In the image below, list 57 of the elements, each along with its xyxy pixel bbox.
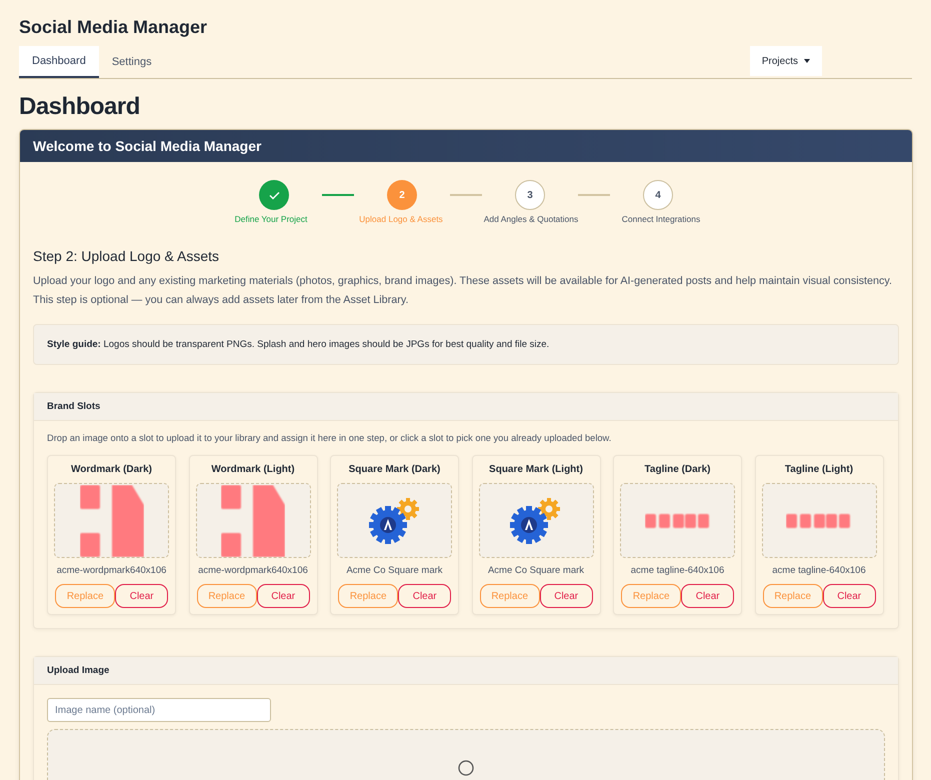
slot-title: Wordmark (Dark) (71, 464, 152, 475)
page-title: Dashboard (19, 93, 141, 121)
check-icon (268, 190, 280, 200)
upload-icon (458, 760, 474, 776)
clear-button[interactable]: Clear (822, 584, 876, 608)
step-label: Define Your Project (234, 214, 308, 224)
file-name: acme tagline-640x106 (630, 565, 724, 576)
tagline-image (644, 512, 710, 528)
image-preview[interactable] (337, 483, 452, 558)
clear-button[interactable]: Clear (681, 584, 734, 608)
step-heading: Step 2: Upload Logo & Assets (33, 248, 220, 264)
step-label: Connect Integrations (620, 214, 702, 224)
nav-tab[interactable]: Settings (98, 46, 165, 78)
image-name-field[interactable]: Image name (optional) (47, 698, 271, 722)
clear-button[interactable]: Clear (115, 584, 168, 608)
image-preview[interactable] (478, 483, 594, 558)
image-preview[interactable] (196, 483, 310, 558)
step-number: 2 (387, 180, 417, 210)
brand-slot-card[interactable]: Tagline (Dark) acme tagline-640x106 Replace Clear (613, 455, 742, 615)
file-name: acme-wordpmark640x106 (56, 565, 166, 576)
brand-slot-card[interactable]: Wordmark (Light) acme-wordpmark640x106 Replace Clear (188, 455, 318, 615)
projects-dropdown[interactable]: Projects (750, 46, 822, 76)
panel-header: Brand Slots (34, 393, 898, 421)
card-header: Welcome to Social Media Manager (20, 130, 912, 162)
tagline-image (786, 512, 852, 528)
step-label: Add Angles & Quotations (482, 214, 580, 224)
image-preview[interactable] (762, 483, 876, 558)
wordmark-image (80, 484, 144, 556)
image-preview[interactable] (54, 483, 169, 558)
file-name: Acme Co Square mark (346, 565, 443, 576)
app-title: Social Media Manager (19, 17, 208, 38)
step-number: 4 (643, 180, 673, 210)
clear-button[interactable]: Clear (398, 584, 451, 608)
slot-title: Tagline (Light) (784, 464, 854, 475)
brand-slot-card[interactable]: Square Mark (Light) Acme Co Square mark Replace Clear (472, 455, 600, 615)
slot-title: Square Mark (Light) (489, 464, 583, 475)
slot-title: Wordmark (Light) (211, 464, 295, 475)
nav-tab[interactable]: Dashboard (19, 46, 99, 78)
panel-hint: Drop an image onto a slot to upload it to your library and assign it here in one step, or click a slot to pick one you already uploaded below. (46, 432, 612, 443)
step-number: 3 (515, 180, 545, 210)
image-preview[interactable] (620, 483, 735, 558)
slot-title: Square Mark (Dark) (348, 464, 440, 475)
brand-slot-card[interactable]: Wordmark (Dark) acme-wordpmark640x106 Replace Clear (47, 455, 176, 615)
slot-title: Tagline (Dark) (644, 464, 710, 475)
step-description: Upload your logo and any existing marketing materials (photos, graphics, brand images). These assets will be available for AI-generated posts and help maintain visual consistency. This step is optional — you can always add assets later from the Asset Library. (33, 274, 894, 308)
brand-slot-card[interactable]: Square Mark (Dark) Acme Co Square mark Replace Clear (330, 455, 459, 615)
wordmark-image (221, 484, 285, 556)
style-guide-note: Style guide: Logos should be transparent PNGs. Splash and hero images should be JPGs for best quality and file size. (33, 324, 899, 365)
file-name: Acme Co Square mark (488, 565, 584, 576)
caret-icon (804, 59, 810, 63)
step-label: Upload Logo & Assets (358, 214, 444, 224)
brand-slot-card[interactable]: Tagline (Light) acme tagline-640x106 Replace Clear (754, 455, 884, 615)
panel-header: Upload Image (34, 657, 898, 685)
file-name: acme tagline-640x106 (772, 565, 866, 576)
clear-button[interactable]: Clear (256, 584, 310, 608)
file-name: acme-wordpmark640x106 (198, 565, 308, 576)
clear-button[interactable]: Clear (540, 584, 592, 608)
